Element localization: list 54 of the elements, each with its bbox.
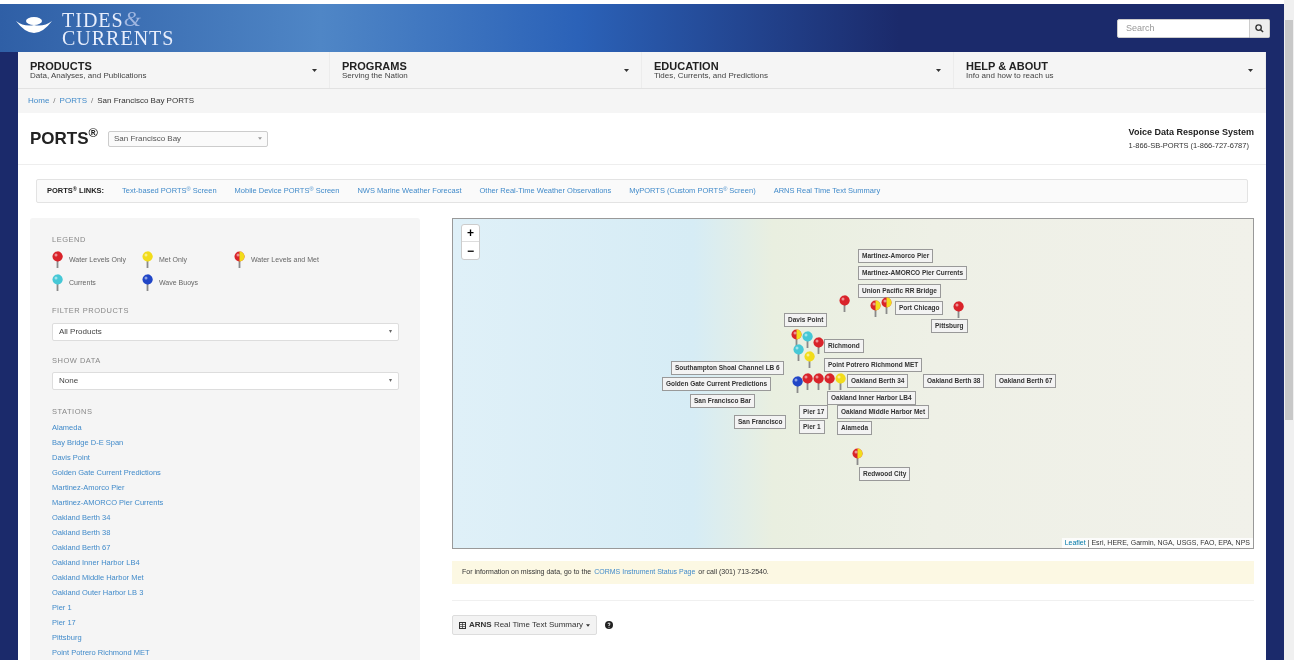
search-field[interactable]: Search	[1117, 18, 1250, 38]
legend-pin-icon	[52, 251, 63, 269]
table-icon	[459, 621, 466, 629]
map-pin[interactable]	[839, 295, 850, 312]
map-pin[interactable]	[813, 337, 824, 354]
map-pin[interactable]	[881, 297, 892, 314]
legend-pin-icon	[142, 251, 153, 269]
map-pin[interactable]	[824, 373, 835, 390]
caret-icon	[586, 623, 591, 627]
map-pin[interactable]	[791, 329, 802, 346]
region-select[interactable]: San Francisco Bay	[107, 130, 268, 147]
map-pin[interactable]	[953, 301, 964, 318]
map-pin[interactable]	[793, 344, 804, 361]
zoom-out-button[interactable]: −	[462, 242, 479, 259]
logo-ampersand: &	[123, 9, 141, 29]
caret-icon	[624, 68, 629, 72]
nav-menu[interactable]: EDUCATION Tides, Currents, and Predictions	[642, 52, 954, 88]
caret-icon	[389, 379, 392, 383]
caret-icon	[389, 330, 392, 333]
search-icon	[1255, 23, 1264, 33]
breadcrumb-link[interactable]: PORTS	[59, 95, 87, 107]
scrollbar[interactable]	[1284, 0, 1294, 660]
nav-menu[interactable]: PROGRAMS Serving the Nation	[330, 52, 642, 88]
voice-system-title: Voice Data Response System	[1128, 126, 1254, 140]
nav-menu[interactable]: PRODUCTS Data, Analyses, and Publications	[18, 52, 330, 88]
breadcrumb-separator: /	[91, 95, 94, 107]
legend-pin-icon	[52, 274, 63, 292]
breadcrumb-current: San Francisco Bay PORTS	[97, 95, 194, 107]
caret-icon	[257, 137, 262, 140]
nav-menu[interactable]: HELP & ABOUT Info and how to reach us	[954, 52, 1266, 88]
legend-pin-icon	[234, 251, 245, 269]
help-icon[interactable]	[605, 621, 614, 629]
map-pin[interactable]	[792, 376, 803, 393]
breadcrumb-separator: /	[53, 95, 56, 107]
caret-icon	[1248, 68, 1253, 72]
map-pin[interactable]	[835, 373, 846, 390]
caret-icon	[312, 68, 317, 72]
map-pin[interactable]	[804, 351, 815, 368]
zoom-in-button[interactable]: +	[462, 225, 479, 242]
logo-text: CURRENTS	[62, 28, 175, 47]
map-pin[interactable]	[813, 373, 824, 390]
summary-dropdown-button[interactable]: ARNS Real Time Text Summary	[452, 615, 598, 635]
legend-pin-icon	[142, 274, 153, 292]
filter-select[interactable]: All Products	[52, 322, 399, 341]
filter-select[interactable]: None	[52, 371, 399, 390]
page-title: PORTS$^{®}$	[30, 125, 98, 150]
map-pin[interactable]	[870, 300, 881, 317]
map-pin[interactable]	[852, 448, 863, 465]
logo-text: TIDES	[62, 10, 124, 29]
map-pin[interactable]	[802, 373, 813, 390]
caret-icon	[936, 68, 941, 72]
map-pin[interactable]	[802, 331, 813, 348]
search-button[interactable]	[1250, 18, 1270, 38]
breadcrumb-link[interactable]: Home	[28, 95, 50, 107]
